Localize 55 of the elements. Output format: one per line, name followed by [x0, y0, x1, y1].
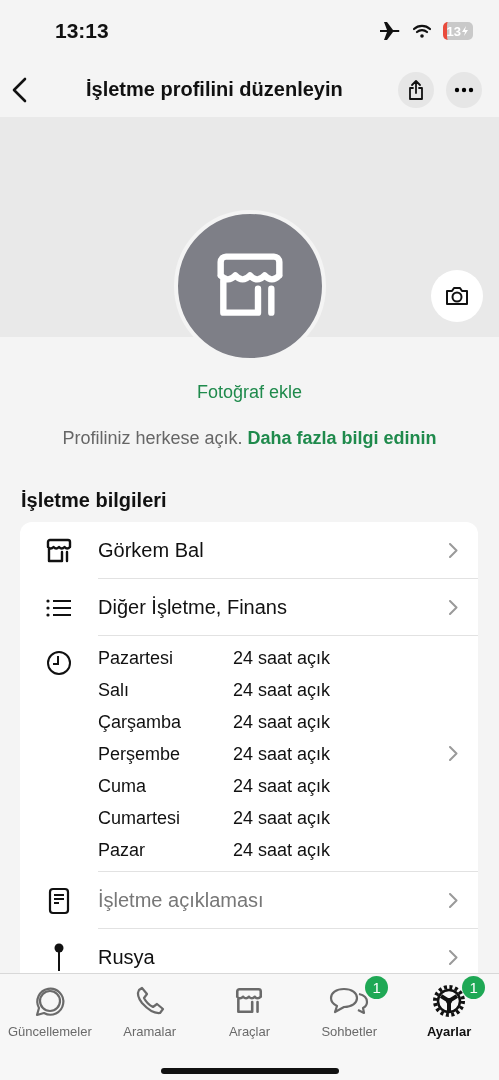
visibility-notice: Profiliniz herkese açık. Daha fazla bilgi edinin: [61, 428, 438, 449]
row-label: Rusya: [98, 945, 155, 969]
tab-item[interactable]: Aramalar: [99, 974, 200, 1039]
list-icon: [46, 597, 72, 618]
tab-item[interactable]: Güncellemeler: [0, 974, 100, 1039]
more-icon: [454, 86, 474, 93]
document-icon: [48, 886, 70, 915]
share-button[interactable]: [398, 71, 434, 108]
hours-text: 24 saat açık: [233, 648, 331, 669]
unread-badge: 1: [365, 976, 389, 999]
airplane-icon: [378, 21, 401, 41]
list-row[interactable]: Diğer İşletme, Finans: [20, 579, 478, 636]
chat-bubbles-icon: [328, 985, 371, 1017]
unread-badge: 1: [462, 976, 486, 999]
hours-text: 24 saat açık: [233, 808, 331, 829]
clock-time: 13:13: [55, 19, 109, 43]
day-label: Çarşamba: [98, 712, 183, 733]
placeholder-text: İşletme açıklaması: [98, 888, 264, 912]
page-title: İşletme profilini düzenleyin: [85, 78, 344, 101]
hours-text: 24 saat açık: [233, 840, 331, 861]
tab-item[interactable]: 1 Sohbetler: [299, 974, 400, 1039]
list-row[interactable]: Görkem Bal: [20, 522, 478, 579]
hours-text: 24 saat açık: [233, 776, 331, 797]
chevron-right-icon: [449, 542, 458, 558]
tab-item[interactable]: Araçlar: [199, 974, 300, 1039]
share-icon: [407, 78, 425, 101]
chevron-right-icon: [449, 949, 458, 965]
learn-more-link[interactable]: Daha fazla bilgi edinin: [247, 428, 437, 448]
hours-text: 24 saat açık: [233, 712, 331, 733]
camera-icon: [444, 285, 470, 307]
clock-icon: [46, 650, 72, 676]
day-label: Salı: [98, 680, 131, 701]
hours-text: 24 saat açık: [233, 744, 331, 765]
chevron-right-icon: [449, 892, 458, 908]
row-label: Görkem Bal: [98, 538, 204, 562]
day-label: Cuma: [98, 776, 147, 797]
day-label: Pazar: [98, 840, 147, 861]
tab-item[interactable]: 1 Ayarlar: [399, 974, 499, 1039]
more-button[interactable]: [446, 71, 482, 108]
day-label: Pazartesi: [98, 648, 175, 669]
list-row[interactable]: Rusya: [20, 929, 478, 973]
section-heading: İşletme bilgileri: [21, 489, 168, 512]
add-photo-link[interactable]: Fotoğraf ekle: [0, 382, 499, 403]
chevron-right-icon: [449, 746, 458, 761]
wifi-icon: [412, 24, 431, 38]
day-label: Perşembe: [98, 744, 182, 765]
hours-text: 24 saat açık: [233, 680, 331, 701]
camera-button[interactable]: [431, 270, 483, 322]
hours-row[interactable]: Pazartesi 24 saat açık Salı 24 saat açık Çarşamba 24 saat açık Perşembe 24 saat açık Cuma 24 saat açık Cumartesi 24 saat açık Pazar 24 saat açık: [20, 636, 478, 872]
list-row[interactable]: İşletme açıklaması: [20, 872, 478, 929]
gear-icon: [431, 983, 468, 1019]
pin-icon: [52, 942, 66, 972]
day-label: Cumartesi: [98, 808, 182, 829]
row-label: Diğer İşletme, Finans: [98, 595, 287, 619]
chevron-right-icon: [449, 599, 458, 615]
